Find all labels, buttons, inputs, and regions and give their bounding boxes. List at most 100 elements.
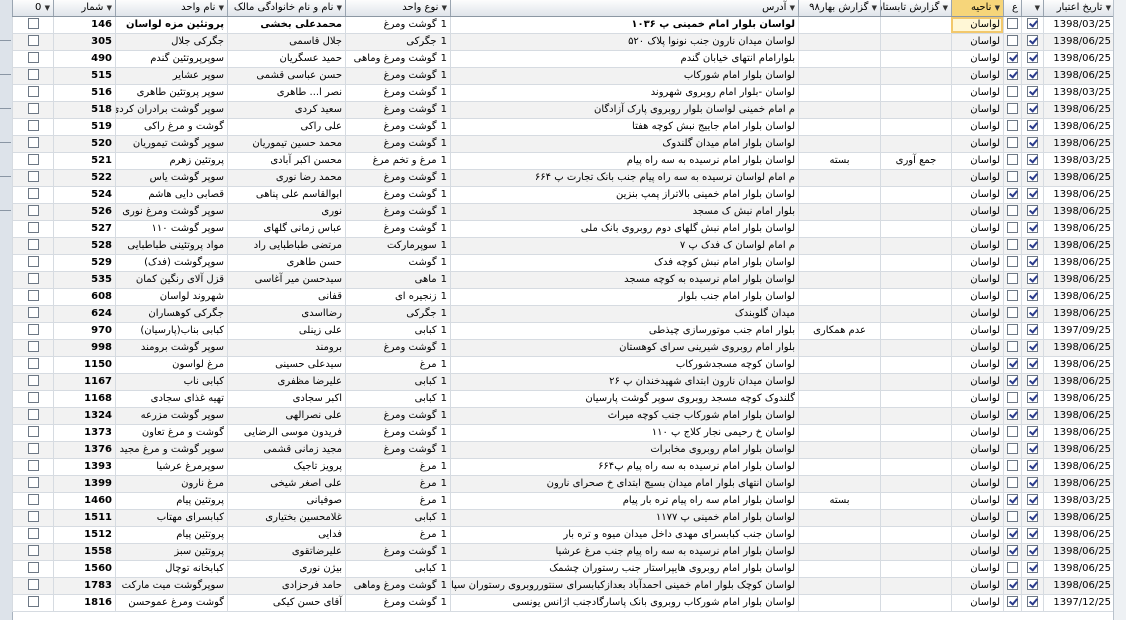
cell-nahiye[interactable]: لواسان bbox=[951, 102, 1003, 118]
cell-nahiye[interactable]: لواسان bbox=[951, 255, 1003, 271]
cell-owner[interactable]: فدایی bbox=[227, 527, 345, 543]
checkbox[interactable] bbox=[27, 51, 39, 63]
checkbox[interactable] bbox=[1007, 153, 1018, 165]
cell-nahiye[interactable]: لواسان bbox=[951, 595, 1003, 611]
table-row[interactable]: 516 سوپر پروتئین طاهری نصر ا... طاهری 1 گوشت… bbox=[12, 85, 1114, 102]
checkbox[interactable] bbox=[1027, 306, 1038, 318]
checkbox[interactable] bbox=[27, 476, 39, 488]
checkbox[interactable] bbox=[1027, 289, 1038, 301]
cell-last[interactable] bbox=[12, 119, 53, 135]
cell-nahiye[interactable]: لواسان bbox=[951, 153, 1003, 169]
cell-number[interactable]: 515 bbox=[53, 68, 115, 84]
cell-summer[interactable] bbox=[880, 51, 951, 67]
cell-spring[interactable] bbox=[798, 578, 880, 594]
cell-summer[interactable] bbox=[880, 306, 951, 322]
cell-spring[interactable] bbox=[798, 595, 880, 611]
cell-spring[interactable] bbox=[798, 102, 880, 118]
dropdown-arrow-icon[interactable]: ▼ bbox=[943, 0, 948, 16]
cell-nahiye[interactable]: لواسان bbox=[951, 357, 1003, 373]
cell-flag[interactable] bbox=[1003, 578, 1021, 594]
dropdown-arrow-icon[interactable]: ▼ bbox=[45, 0, 50, 16]
filter-icon[interactable]: ▼ bbox=[995, 0, 1000, 16]
cell-last[interactable] bbox=[12, 527, 53, 543]
cell-address[interactable]: لواسان میدان نارون جنب نونوا پلاک ۵۲۰ bbox=[450, 34, 798, 50]
cell-flag[interactable] bbox=[1003, 425, 1021, 441]
cell-unit-type[interactable]: 1 کبابی bbox=[345, 561, 450, 577]
cell-flag[interactable] bbox=[1003, 136, 1021, 152]
vertical-scrollbar[interactable] bbox=[1113, 0, 1126, 620]
cell-owner[interactable]: حمید عسگریان bbox=[227, 51, 345, 67]
cell-last[interactable] bbox=[12, 289, 53, 305]
cell-unit-type[interactable]: 1 مرغ bbox=[345, 357, 450, 373]
checkbox[interactable] bbox=[27, 136, 39, 148]
cell-checked[interactable] bbox=[1021, 289, 1043, 305]
checkbox[interactable] bbox=[27, 119, 39, 131]
cell-flag[interactable] bbox=[1003, 442, 1021, 458]
checkbox[interactable] bbox=[1007, 170, 1018, 182]
cell-flag[interactable] bbox=[1003, 51, 1021, 67]
checkbox[interactable] bbox=[27, 391, 39, 403]
cell-last[interactable] bbox=[12, 459, 53, 475]
checkbox[interactable] bbox=[1007, 238, 1018, 250]
cell-number[interactable]: 305 bbox=[53, 34, 115, 50]
table-row[interactable]: 520 سوپر گوشت تیموریان محمد حسین تیموریان 1… bbox=[12, 136, 1114, 153]
checkbox[interactable] bbox=[1007, 476, 1018, 488]
cell-nahiye[interactable]: لواسان bbox=[951, 442, 1003, 458]
cell-checked[interactable] bbox=[1021, 578, 1043, 594]
cell-date[interactable]: 1397/12/25 bbox=[1043, 595, 1114, 611]
checkbox[interactable] bbox=[27, 493, 39, 505]
cell-date[interactable]: 1398/06/25 bbox=[1043, 34, 1114, 50]
cell-summer[interactable] bbox=[880, 34, 951, 50]
table-row[interactable]: 1460 پروتئین پیام صوفیانی 1 مرغ لواسان بلوار … bbox=[12, 493, 1114, 510]
cell-owner[interactable]: غلامحسین بختیاری bbox=[227, 510, 345, 526]
cell-date[interactable]: 1398/06/25 bbox=[1043, 544, 1114, 560]
cell-flag[interactable] bbox=[1003, 391, 1021, 407]
cell-address[interactable]: لواسان بلوار امام شورکاب روبروی بانک پاس… bbox=[450, 595, 798, 611]
cell-unit-name[interactable]: گوشت و مرغ راکی bbox=[115, 119, 227, 135]
cell-last[interactable] bbox=[12, 85, 53, 101]
cell-address[interactable]: بلوار امام روبروی شیرینی سرای کوهستان bbox=[450, 340, 798, 356]
cell-spring[interactable] bbox=[798, 442, 880, 458]
cell-number[interactable]: 1167 bbox=[53, 374, 115, 390]
cell-checked[interactable] bbox=[1021, 272, 1043, 288]
cell-number[interactable]: 1373 bbox=[53, 425, 115, 441]
checkbox[interactable] bbox=[1007, 34, 1018, 46]
cell-date[interactable]: 1398/06/25 bbox=[1043, 68, 1114, 84]
cell-date[interactable]: 1398/06/25 bbox=[1043, 187, 1114, 203]
cell-last[interactable] bbox=[12, 170, 53, 186]
cell-number[interactable]: 1511 bbox=[53, 510, 115, 526]
cell-spring[interactable]: عدم همکاری bbox=[798, 323, 880, 339]
cell-last[interactable] bbox=[12, 204, 53, 220]
table-row[interactable]: 1376 سوپر گوشت و مرغ مجید مجید زمانی قشمی 1… bbox=[12, 442, 1114, 459]
cell-owner[interactable]: ابوالقاسم علی پناهی bbox=[227, 187, 345, 203]
cell-number[interactable]: 1324 bbox=[53, 408, 115, 424]
cell-nahiye[interactable]: لواسان bbox=[951, 476, 1003, 492]
cell-number[interactable]: 524 bbox=[53, 187, 115, 203]
cell-spring[interactable] bbox=[798, 187, 880, 203]
cell-unit-type[interactable]: 1 مرغ و تخم مرغ bbox=[345, 153, 450, 169]
table-row[interactable]: 1324 سوپر گوشت مزرعه علی نصرالهی 1 گوشت ومرغ… bbox=[12, 408, 1114, 425]
checkbox[interactable] bbox=[1027, 527, 1038, 539]
cell-flag[interactable] bbox=[1003, 255, 1021, 271]
cell-spring[interactable] bbox=[798, 34, 880, 50]
cell-summer[interactable] bbox=[880, 408, 951, 424]
cell-address[interactable]: میدان گلوبندک bbox=[450, 306, 798, 322]
cell-checked[interactable] bbox=[1021, 459, 1043, 475]
table-row[interactable]: 1512 پروتئین پیام فدایی 1 مرغ لواسان جنب کباب… bbox=[12, 527, 1114, 544]
cell-flag[interactable] bbox=[1003, 493, 1021, 509]
cell-last[interactable] bbox=[12, 255, 53, 271]
table-row[interactable]: 624 جگرکی کوهساران رضااسدی 1 جگرکی میدان گلوب… bbox=[12, 306, 1114, 323]
cell-address[interactable]: م امام لواسان ک فدک پ ۷ bbox=[450, 238, 798, 254]
checkbox[interactable] bbox=[1027, 102, 1038, 114]
checkbox[interactable] bbox=[1007, 272, 1018, 284]
cell-address[interactable]: لواسان بلوار امام خمینی پ ۱۱۷۷ bbox=[450, 510, 798, 526]
cell-flag[interactable] bbox=[1003, 238, 1021, 254]
cell-summer[interactable] bbox=[880, 459, 951, 475]
cell-address[interactable]: لواسان بلوار امام نبش گلهای دوم روبروی ب… bbox=[450, 221, 798, 237]
checkbox[interactable] bbox=[27, 102, 39, 114]
cell-address[interactable]: لواسان جنب کبابسرای مهدی داخل میدان میوه… bbox=[450, 527, 798, 543]
cell-summer[interactable] bbox=[880, 323, 951, 339]
column-header-last[interactable]: ▼ 0 bbox=[12, 0, 53, 16]
cell-unit-name[interactable]: سوپر گوشت برومند bbox=[115, 340, 227, 356]
dropdown-arrow-icon[interactable]: ▼ bbox=[1106, 0, 1111, 16]
